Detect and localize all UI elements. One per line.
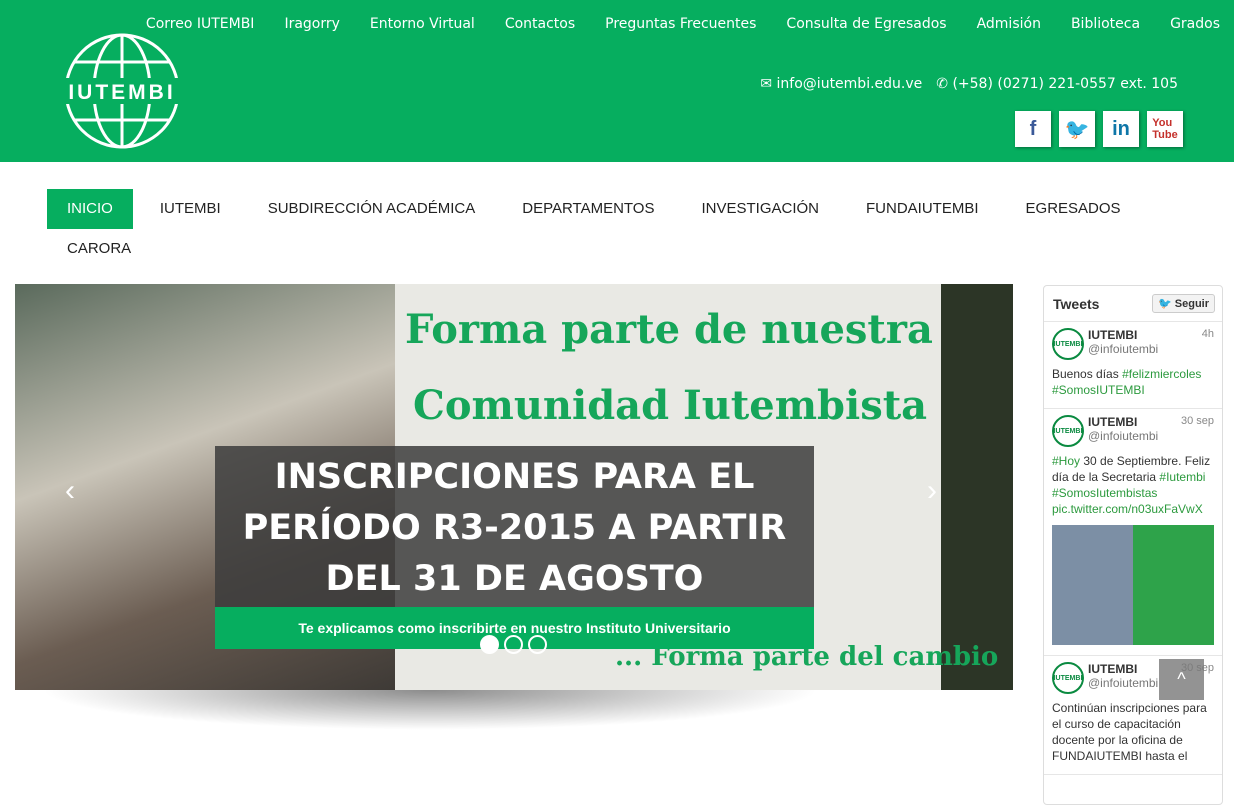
main-nav-item[interactable]: SUBDIRECCIÓN ACADÉMICA xyxy=(248,189,496,229)
social-links: f 🐦 in You Tube xyxy=(1015,111,1183,147)
top-nav-link[interactable]: Entorno Virtual xyxy=(370,16,475,32)
slide-dot-1[interactable] xyxy=(480,635,499,654)
linkedin-icon[interactable]: in xyxy=(1103,111,1139,147)
twitter-icon[interactable]: 🐦 xyxy=(1059,111,1095,147)
main-nav-item[interactable]: DEPARTAMENTOS xyxy=(502,189,674,229)
follow-label: Seguir xyxy=(1174,298,1209,310)
tweet-text-part: Continúan inscripciones para el curso de… xyxy=(1052,701,1207,763)
tweet-author[interactable]: IUTEMBI xyxy=(1088,662,1158,676)
main-nav-item[interactable]: INVESTIGACIÓN xyxy=(681,189,839,229)
prev-slide-icon[interactable]: ‹ xyxy=(65,474,75,508)
main-nav: INICIO IUTEMBI SUBDIRECCIÓN ACADÉMICA DEPAR… xyxy=(47,189,1167,269)
tweet-link[interactable]: #SomosIutembistas xyxy=(1052,486,1157,500)
tweet-link[interactable]: #Iutembi xyxy=(1159,470,1205,484)
facebook-icon[interactable]: f xyxy=(1015,111,1051,147)
avatar[interactable]: IUTEMBI xyxy=(1052,662,1084,694)
tweet-image[interactable] xyxy=(1052,525,1214,645)
avatar[interactable]: IUTEMBI xyxy=(1052,328,1084,360)
tweet: IUTEMBI IUTEMBI @infoiutembi 30 sep #Hoy 30 … xyxy=(1044,409,1222,656)
follow-button[interactable]: 🐦 Seguir xyxy=(1152,294,1215,313)
svg-text:IUTEMBI: IUTEMBI xyxy=(68,81,175,104)
twitter-bird-icon: 🐦 xyxy=(1158,298,1172,310)
top-nav-link[interactable]: Grados xyxy=(1170,16,1220,32)
top-nav-link[interactable]: Preguntas Frecuentes xyxy=(605,16,756,32)
widget-title: Tweets xyxy=(1053,295,1100,312)
tweet-author[interactable]: IUTEMBI xyxy=(1088,328,1158,342)
main-nav-item[interactable]: CARORA xyxy=(47,229,151,269)
iutembi-logo[interactable]: IUTEMBI xyxy=(62,32,182,150)
tweet: IUTEMBI IUTEMBI @infoiutembi 4h Buenos días … xyxy=(1044,322,1222,409)
slide-dot-2[interactable] xyxy=(504,635,523,654)
tweet-link[interactable]: pic.twitter.com/n03uxFaVwX xyxy=(1052,502,1203,516)
tweet-time[interactable]: 4h xyxy=(1202,328,1214,360)
slide-indicators xyxy=(480,635,547,654)
main-nav-item[interactable]: IUTEMBI xyxy=(140,189,241,229)
tweet-link[interactable]: #Hoy xyxy=(1052,454,1080,468)
slider-shadow xyxy=(40,690,820,730)
tweet-handle[interactable]: @infoiutembi xyxy=(1088,342,1158,356)
twitter-widget: Tweets 🐦 Seguir IUTEMBI IUTEMBI @infoiutem… xyxy=(1043,285,1223,805)
tweet-text: Continúan inscripciones para el curso de… xyxy=(1052,700,1214,764)
top-nav: Correo IUTEMBI Iragorry Entorno Virtual Con… xyxy=(146,16,1220,32)
top-nav-link[interactable]: Iragorry xyxy=(284,16,339,32)
top-nav-link[interactable]: Admisión xyxy=(977,16,1041,32)
top-nav-link[interactable]: Biblioteca xyxy=(1071,16,1140,32)
top-nav-link[interactable]: Correo IUTEMBI xyxy=(146,16,255,32)
tweet-time[interactable]: 30 sep xyxy=(1181,415,1214,447)
next-slide-icon[interactable]: › xyxy=(927,474,937,508)
slide-decoration xyxy=(941,284,1013,690)
phone-text: +58) (0271) 221-0557 ext. 105 xyxy=(957,76,1178,92)
back-to-top-button[interactable]: ^ xyxy=(1159,659,1204,700)
header: IUTEMBI Correo IUTEMBI Iragorry Entorno Vi… xyxy=(0,0,1234,162)
tweet-author[interactable]: IUTEMBI xyxy=(1088,415,1158,429)
contact-info: ✉ info@iutembi.edu.ve ✆ (+58) (0271) 221… xyxy=(760,76,1178,92)
slide-caption: INSCRIPCIONES PARA EL PERÍODO R3-2015 A … xyxy=(215,446,814,611)
tweet-handle[interactable]: @infoiutembi xyxy=(1088,676,1158,690)
youtube-icon[interactable]: You Tube xyxy=(1147,111,1183,147)
main-nav-item[interactable]: FUNDAIUTEMBI xyxy=(846,189,999,229)
tweet-text-part: Buenos días xyxy=(1052,367,1123,381)
tweet-text: #Hoy 30 de Septiembre. Feliz día de la S… xyxy=(1052,453,1214,517)
tweet-link[interactable]: #felizmiercoles xyxy=(1122,367,1201,381)
banner-line2: Comunidad Iutembista xyxy=(413,382,928,429)
top-nav-link[interactable]: Contactos xyxy=(505,16,575,32)
email-text: info@iutembi.edu.ve xyxy=(776,76,923,92)
hero-slider: Forma parte de nuestra Comunidad Iutembi… xyxy=(15,284,1013,690)
tweet-link[interactable]: #SomosIUTEMBI xyxy=(1052,383,1145,397)
banner-line1: Forma parte de nuestra xyxy=(405,306,933,353)
email-link[interactable]: ✉ info@iutembi.edu.ve xyxy=(760,76,922,92)
main-nav-item[interactable]: INICIO xyxy=(47,189,133,229)
top-nav-link[interactable]: Consulta de Egresados xyxy=(786,16,946,32)
slide-dot-3[interactable] xyxy=(528,635,547,654)
phone-info: ✆ (+58) (0271) 221-0557 ext. 105 xyxy=(936,76,1178,92)
main-nav-item[interactable]: EGRESADOS xyxy=(1006,189,1141,229)
avatar[interactable]: IUTEMBI xyxy=(1052,415,1084,447)
tweet-handle[interactable]: @infoiutembi xyxy=(1088,429,1158,443)
tweet-text: Buenos días #felizmiercoles #SomosIUTEMB… xyxy=(1052,366,1214,398)
